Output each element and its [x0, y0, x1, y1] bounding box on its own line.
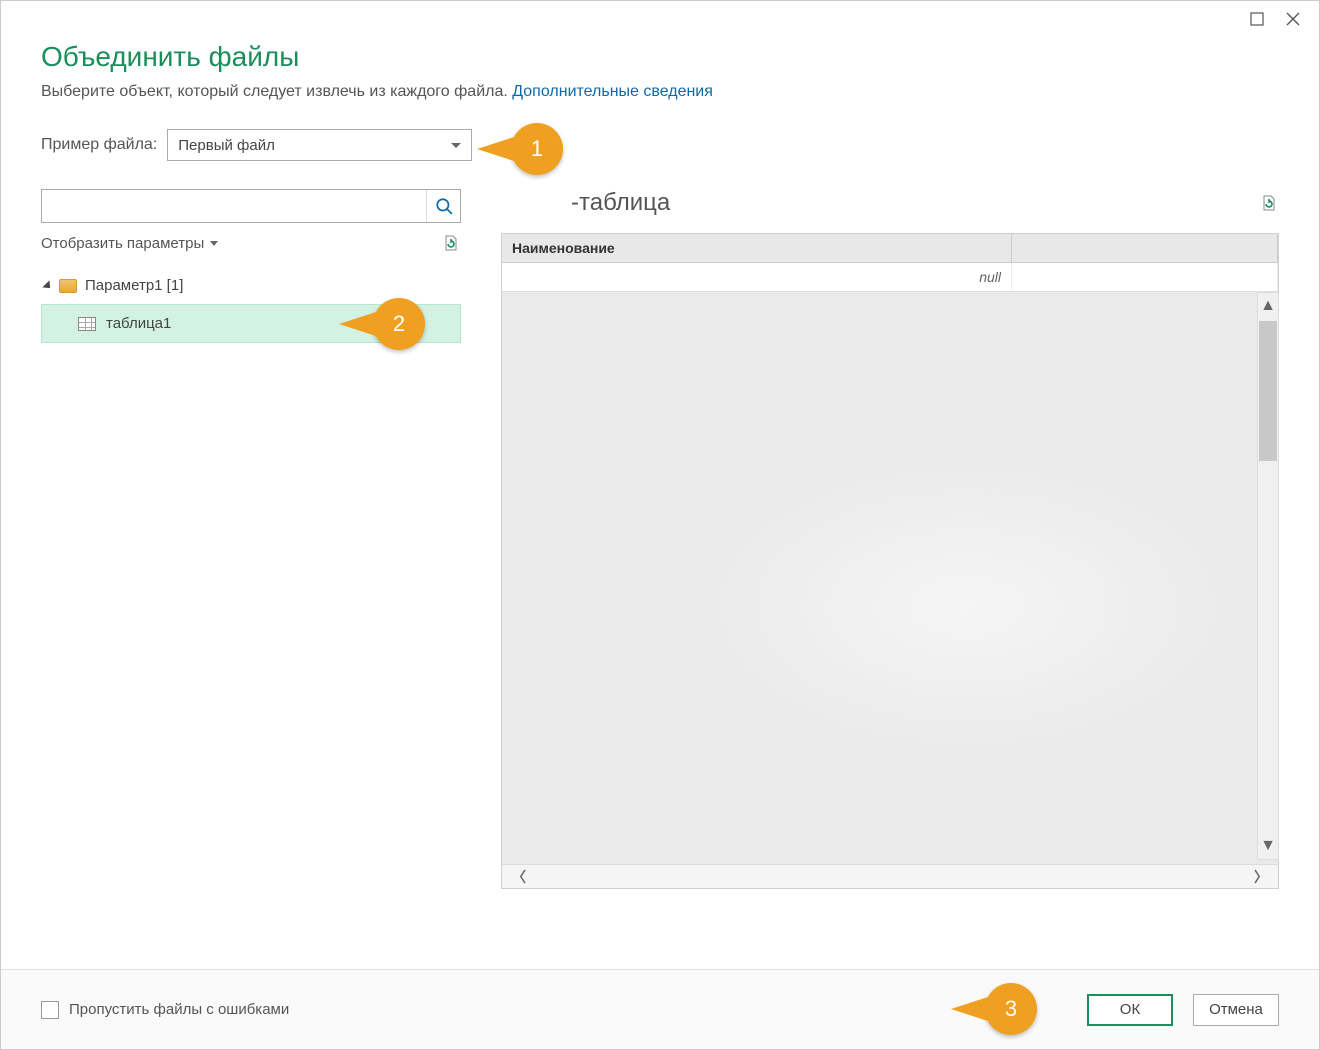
preview-grid: Наименование null ▲ ▼ 〈 〉	[501, 233, 1279, 889]
subtitle-text: Выберите объект, который следует извлечь…	[41, 83, 508, 100]
scroll-up-icon[interactable]: ▲	[1260, 293, 1276, 319]
folder-icon	[59, 279, 77, 293]
scroll-thumb[interactable]	[1259, 321, 1277, 461]
ok-button[interactable]: ОК	[1087, 994, 1173, 1026]
callout-2: 2	[373, 298, 425, 350]
horizontal-scrollbar[interactable]: 〈 〉	[502, 864, 1278, 888]
example-file-dropdown[interactable]: Первый файл	[167, 129, 472, 161]
scroll-down-icon[interactable]: ▼	[1260, 833, 1276, 859]
scroll-right-icon[interactable]: 〉	[1254, 867, 1268, 887]
tree-item-label: таблица1	[106, 315, 171, 332]
search-input-container	[41, 189, 461, 223]
grid-body-empty	[502, 292, 1278, 864]
tree-root-node[interactable]: Параметр1 [1]	[41, 271, 461, 300]
tree-expand-icon	[42, 280, 53, 291]
table-row: null	[502, 263, 1278, 292]
grid-header-col1[interactable]: Наименование	[502, 234, 1012, 262]
more-info-link[interactable]: Дополнительные сведения	[512, 83, 713, 100]
grid-cell	[1012, 263, 1278, 291]
preview-title: -таблица	[501, 189, 670, 217]
chevron-down-icon	[210, 241, 218, 246]
refresh-icon[interactable]	[441, 233, 461, 253]
callout-3: 3	[985, 983, 1037, 1035]
display-options-label: Отобразить параметры	[41, 235, 204, 252]
refresh-preview-icon[interactable]	[1259, 193, 1279, 213]
display-options-dropdown[interactable]: Отобразить параметры	[41, 235, 218, 252]
window-restore-icon[interactable]	[1249, 11, 1265, 27]
cancel-button[interactable]: Отмена	[1193, 994, 1279, 1026]
grid-header-col2[interactable]	[1012, 234, 1278, 262]
callout-1: 1	[511, 123, 563, 175]
chevron-down-icon	[451, 143, 461, 148]
tree-root-label: Параметр1 [1]	[85, 277, 183, 294]
search-input[interactable]	[42, 190, 426, 222]
grid-cell-null: null	[502, 263, 1012, 291]
search-icon[interactable]	[426, 190, 460, 222]
skip-errors-checkbox[interactable]	[41, 1001, 59, 1019]
vertical-scrollbar[interactable]: ▲ ▼	[1257, 292, 1279, 860]
close-icon[interactable]	[1285, 11, 1301, 27]
skip-errors-label: Пропустить файлы с ошибками	[69, 1001, 289, 1018]
dialog-subtitle: Выберите объект, который следует извлечь…	[41, 83, 1279, 101]
dialog-title: Объединить файлы	[41, 41, 1279, 73]
example-file-selected: Первый файл	[178, 137, 275, 154]
example-file-label: Пример файла:	[41, 136, 157, 154]
scroll-left-icon[interactable]: 〈	[512, 867, 526, 887]
table-icon	[78, 317, 96, 331]
